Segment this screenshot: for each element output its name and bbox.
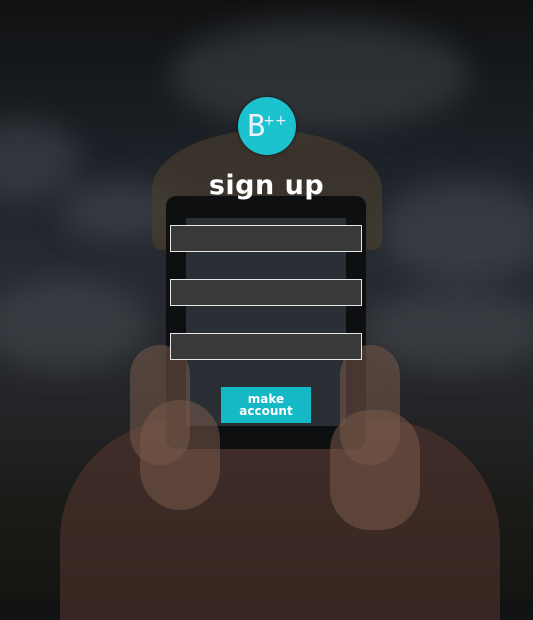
- button-label-line2: account: [239, 404, 293, 418]
- logo-plus: ++: [263, 113, 287, 129]
- app-logo: B ++: [238, 97, 296, 155]
- signup-field-1[interactable]: [170, 225, 362, 252]
- signup-field-2[interactable]: [170, 279, 362, 306]
- signup-field-3[interactable]: [170, 333, 362, 360]
- logo-letter: B: [247, 108, 265, 144]
- page-title: sign up: [208, 170, 325, 201]
- make-account-button[interactable]: make account: [221, 387, 311, 423]
